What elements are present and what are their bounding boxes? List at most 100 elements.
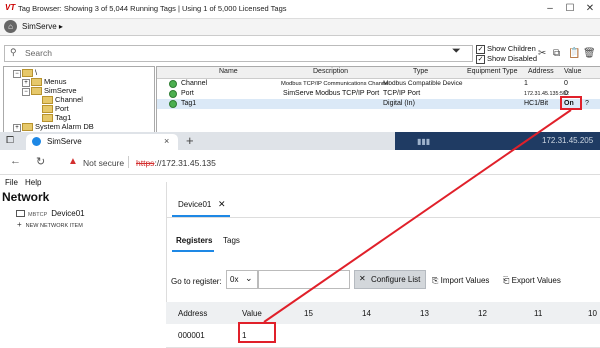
export-values-button[interactable]: ⎗ Export Values xyxy=(503,276,561,286)
import-icon: ⎘ xyxy=(432,276,439,285)
tree-label: Tag1 xyxy=(55,113,72,122)
active-tab-indicator xyxy=(172,250,214,252)
tag-icon xyxy=(42,96,53,105)
filter-icon[interactable]: ⏷ xyxy=(452,45,461,58)
menu-file[interactable]: File xyxy=(5,178,18,187)
sidebar-item-device01[interactable]: MBTCP Device01 xyxy=(16,209,85,218)
divider xyxy=(128,156,129,168)
device-protocol: MBTCP xyxy=(28,212,48,218)
folder-icon xyxy=(31,87,42,96)
tab-label: Device01 xyxy=(178,200,212,209)
col-type[interactable]: Type xyxy=(413,68,428,75)
register-input[interactable] xyxy=(258,270,350,289)
reload-icon[interactable]: ↻ xyxy=(36,155,45,168)
checkbox-checked-icon: ✓ xyxy=(476,45,485,54)
col-address[interactable]: Address xyxy=(528,68,554,75)
search-placeholder: Search xyxy=(25,48,52,58)
minimize-icon[interactable]: – xyxy=(543,2,557,15)
table-row[interactable]: Channel Modbus TCP/IP Communications Cha… xyxy=(157,79,600,89)
folder-icon xyxy=(22,69,33,78)
expand-icon[interactable]: + xyxy=(13,124,21,132)
url-field[interactable]: https://172.31.45.135 xyxy=(136,158,216,168)
tree-item-system-alarm-db[interactable]: System Alarm DB xyxy=(22,122,94,132)
tab-title: SimServe xyxy=(47,137,82,146)
signal-icon: ▮▮▮ xyxy=(417,137,431,146)
tree-item-tag1[interactable]: Tag1 xyxy=(42,113,72,123)
address-bar: ← ↻ ▲ Not secure https://172.31.45.135 xyxy=(0,150,600,175)
tab-actions-icon[interactable]: ⧠ xyxy=(6,135,14,146)
table-row[interactable]: 000001 1 xyxy=(166,324,600,348)
tab-tags[interactable]: Tags xyxy=(223,236,240,245)
paste-icon[interactable]: 📋 xyxy=(568,48,580,59)
divider xyxy=(166,217,600,218)
tree-label: Port xyxy=(55,104,69,113)
collapse-icon[interactable]: − xyxy=(13,70,21,78)
collapse-icon[interactable]: − xyxy=(22,88,30,96)
table-row-selected[interactable]: Tag1 Digital (In) HC1/Bit On ? xyxy=(157,99,600,109)
tag-icon xyxy=(42,105,53,114)
breadcrumb-item-simserve[interactable]: SimServe ▸ xyxy=(22,22,63,31)
cell-type: Modbus Compatible Device xyxy=(383,80,463,87)
breadcrumb-label: SimServe xyxy=(22,22,57,31)
tag-grid: Name Description Type Equipment Type Add… xyxy=(156,66,600,134)
tab-strip: ⧠ SimServe × + ▮▮▮ 172.31.45.205 xyxy=(0,132,600,150)
menu-help[interactable]: Help xyxy=(25,178,41,187)
warning-icon[interactable]: ▲ xyxy=(68,156,78,167)
search-icon: ⚲ xyxy=(10,47,17,57)
header-bit-11: 11 xyxy=(534,309,543,318)
window-title: Tag Browser: Showing 3 of 5,044 Running … xyxy=(18,4,287,13)
tree-item-port[interactable]: Port xyxy=(42,104,69,114)
help-icon[interactable]: ? xyxy=(585,100,589,107)
new-tab-button[interactable]: + xyxy=(186,133,194,148)
url-host: ://172.31.45.135 xyxy=(154,158,216,168)
status-ok-icon xyxy=(169,80,177,88)
search-input[interactable]: ⚲ Search xyxy=(4,45,473,62)
cut-icon[interactable]: ✂ xyxy=(538,48,546,59)
tab-device01[interactable]: Device01 ✕ xyxy=(172,195,230,217)
tag-tree: − \ + Menus − SimServe Channel Port Tag1… xyxy=(3,66,155,134)
new-network-item-button[interactable]: + NEW NETWORK ITEM xyxy=(17,220,83,229)
folder-icon xyxy=(22,123,33,132)
highlight-box-register-value xyxy=(238,322,276,343)
configure-list-button[interactable]: ✕ Configure List xyxy=(354,270,426,289)
device-icon xyxy=(16,210,25,218)
tree-item-menus[interactable]: Menus xyxy=(31,77,67,87)
col-name[interactable]: Name xyxy=(219,68,238,75)
tab-registers[interactable]: Registers xyxy=(176,236,212,245)
not-secure-label[interactable]: Not secure xyxy=(83,158,124,168)
col-value[interactable]: Value xyxy=(564,68,581,75)
status-ok-icon xyxy=(169,100,177,108)
show-children-label: Show Children xyxy=(487,44,536,53)
tree-item-simserve[interactable]: SimServe xyxy=(31,86,77,96)
highlight-box-tag-value xyxy=(560,96,582,110)
tree-item-channel[interactable]: Channel xyxy=(42,95,83,105)
register-type-select[interactable]: 0x ⌄ xyxy=(226,270,258,289)
remote-ip: 172.31.45.205 xyxy=(542,136,594,145)
folder-icon xyxy=(31,78,42,87)
tree-label: SimServe xyxy=(44,86,77,95)
delete-icon[interactable]: 🗑 xyxy=(583,48,596,59)
checkbox-checked-icon: ✓ xyxy=(476,55,485,64)
maximize-icon[interactable]: ☐ xyxy=(563,2,577,15)
browser-tab[interactable]: SimServe × xyxy=(26,134,178,150)
register-table-header: Address Value 15 14 13 12 11 10 xyxy=(166,302,600,324)
cell-description: SimServe Modbus TCP/IP Port xyxy=(283,90,380,97)
close-icon[interactable]: ✕ xyxy=(218,199,226,210)
header-bit-14: 14 xyxy=(362,309,371,318)
col-equipment-type[interactable]: Equipment Type xyxy=(467,68,517,75)
breadcrumb: ⌂ SimServe ▸ xyxy=(0,19,600,36)
table-row[interactable]: Port SimServe Modbus TCP/IP Port TCP/IP … xyxy=(157,89,600,99)
tree-item-root[interactable]: \ xyxy=(22,68,37,78)
url-scheme: https xyxy=(136,158,155,168)
copy-icon[interactable]: ⧉ xyxy=(553,48,560,59)
col-description[interactable]: Description xyxy=(313,68,348,75)
home-icon[interactable]: ⌂ xyxy=(4,20,17,33)
tab-close-icon[interactable]: × xyxy=(164,136,169,146)
cell-name: Port xyxy=(181,90,194,97)
back-icon[interactable]: ← xyxy=(10,155,21,167)
browser-window: ⧠ SimServe × + ▮▮▮ 172.31.45.205 ← ↻ ▲ N… xyxy=(0,132,600,348)
close-icon[interactable]: ✕ xyxy=(583,2,597,15)
tree-label: Menus xyxy=(44,77,67,86)
expand-icon[interactable]: + xyxy=(22,79,30,87)
import-values-button[interactable]: ⎘ Import Values xyxy=(432,276,489,286)
